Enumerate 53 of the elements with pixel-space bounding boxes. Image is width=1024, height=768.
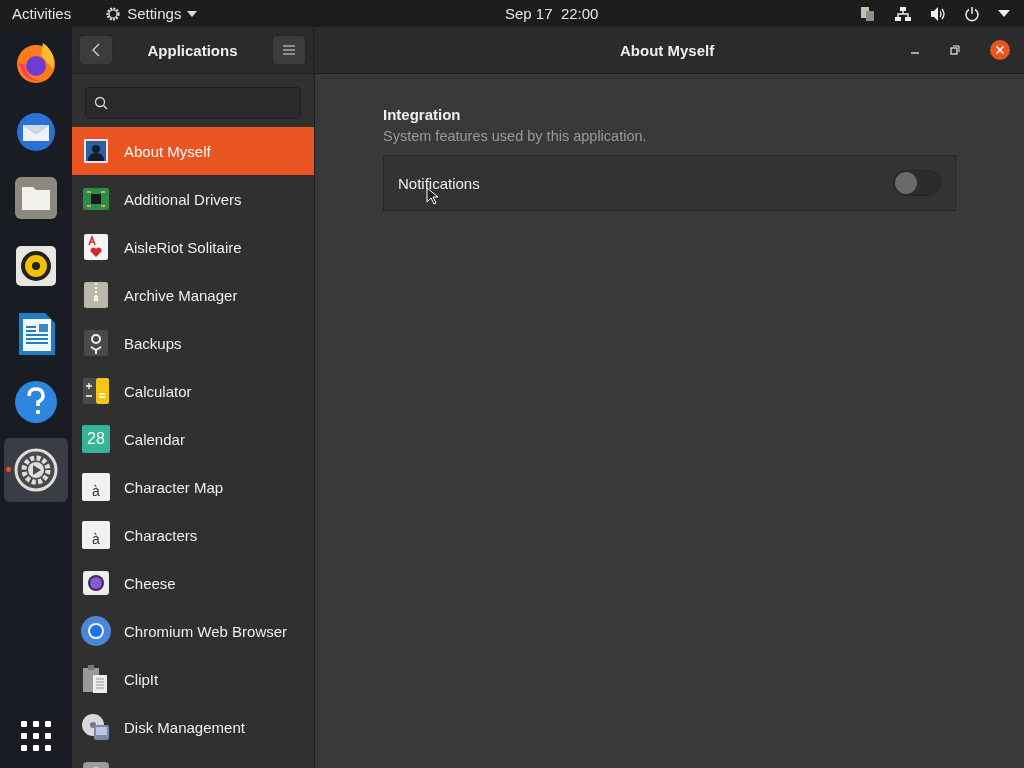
- character-icon: à: [82, 521, 110, 549]
- sidebar-item[interactable]: ClipIt: [72, 655, 314, 703]
- sidebar-item[interactable]: 28 Calendar: [72, 415, 314, 463]
- disk-icon: [80, 712, 112, 742]
- sidebar-item[interactable]: About Myself: [72, 127, 314, 175]
- camera-icon: [80, 569, 112, 597]
- sidebar-title: Applications: [147, 41, 238, 59]
- folder-icon: [13, 175, 59, 221]
- sidebar-item[interactable]: Disk Management: [72, 703, 314, 751]
- close-icon[interactable]: [990, 40, 1010, 60]
- menu-icon: [283, 45, 295, 55]
- browser-icon: [80, 615, 112, 647]
- sidebar-item[interactable]: Calculator: [72, 367, 314, 415]
- activities-button[interactable]: Activities: [12, 5, 72, 22]
- speaker-icon: [13, 243, 59, 289]
- network-icon[interactable]: [894, 5, 912, 22]
- app-menu[interactable]: Settings: [105, 5, 198, 22]
- window-title: About Myself: [620, 41, 715, 59]
- caret-icon[interactable]: [998, 10, 1010, 17]
- restore-icon[interactable]: [950, 45, 960, 55]
- caret-icon: [187, 10, 198, 17]
- mouse-cursor-icon: [426, 187, 438, 205]
- calendar-icon: 28: [82, 425, 110, 453]
- running-indicator: [6, 467, 11, 472]
- sidebar-item[interactable]: Backups: [72, 319, 314, 367]
- search-field[interactable]: [85, 87, 301, 119]
- setting-label: Notifications: [398, 174, 480, 192]
- menu-button[interactable]: [272, 35, 306, 65]
- help-icon: [13, 379, 59, 425]
- power-icon[interactable]: [964, 5, 980, 22]
- volume-icon[interactable]: [930, 5, 946, 22]
- sidebar-item[interactable]: AisleRiot Solitaire: [72, 223, 314, 271]
- gear-icon: [105, 5, 122, 22]
- back-button[interactable]: [79, 35, 113, 65]
- sidebar-item[interactable]: Additional Drivers: [72, 175, 314, 223]
- character-icon: à: [82, 473, 110, 501]
- sidebar-item[interactable]: à Character Map: [72, 463, 314, 511]
- section-subtitle: System features used by this application.: [383, 128, 648, 144]
- dock-item[interactable]: [4, 438, 68, 502]
- clipboard-icon[interactable]: [860, 5, 876, 22]
- search-icon: [94, 96, 108, 110]
- chip-icon: [80, 185, 112, 213]
- toggle-switch[interactable]: [893, 170, 941, 196]
- sidebar-item[interactable]: Cheese: [72, 559, 314, 607]
- back-icon: [92, 43, 100, 57]
- app-grid-icon[interactable]: [20, 720, 52, 752]
- sidebar-item[interactable]: à Characters: [72, 511, 314, 559]
- clock[interactable]: Sep 17 22:00: [505, 5, 599, 22]
- section-title: Integration: [383, 106, 462, 123]
- gear-icon: [13, 447, 59, 493]
- sidebar-item[interactable]: Archive Manager: [72, 271, 314, 319]
- calculator-icon: [80, 377, 112, 405]
- sidebar-item[interactable]: Chromium Web Browser: [72, 607, 314, 655]
